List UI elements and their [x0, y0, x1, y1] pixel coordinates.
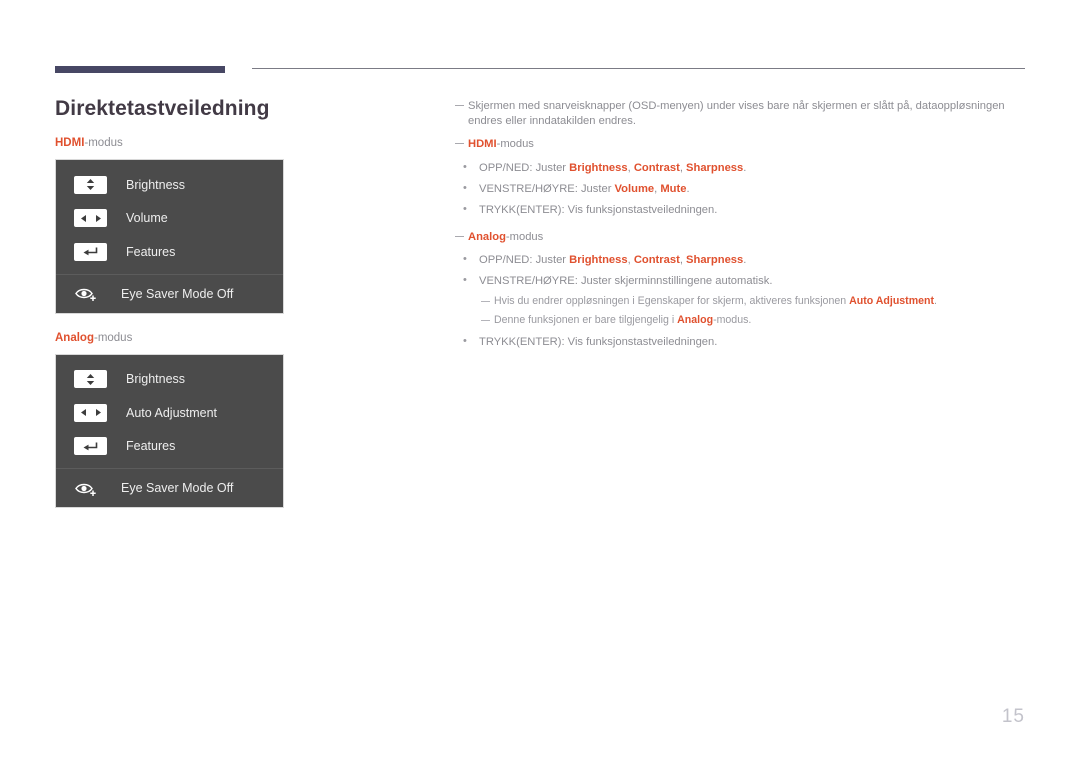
bullet-suffix: . — [743, 161, 747, 174]
keyword-volume: Volume — [614, 182, 655, 195]
subnote-prefix: Hvis du endrer oppløsningen i Egenskaper… — [494, 295, 850, 307]
keyword-contrast: Contrast — [633, 161, 680, 174]
page-header-rules — [0, 0, 1080, 90]
intro-note: Skjermen med snarveisknapper (OSD-menyen… — [455, 99, 1030, 128]
eye-saver-icon — [70, 284, 103, 304]
keyword-analog: Analog — [677, 313, 714, 326]
hdmi-bullet-enter: TRYKK(ENTER): Vis funksjonstastveilednin… — [455, 202, 1030, 218]
osd-row-analog-features[interactable]: Features — [56, 430, 283, 464]
left-right-arrows-icon — [74, 403, 107, 422]
osd-label-eye-saver: Eye Saver Mode Off — [121, 481, 234, 495]
subnote-suffix: -modus. — [713, 313, 752, 326]
right-column: Skjermen med snarveisknapper (OSD-menyen… — [455, 99, 1030, 356]
osd-label-eye-saver: Eye Saver Mode Off — [121, 286, 234, 301]
analog-keyword: Analog — [55, 331, 94, 344]
hdmi-keyword: HDMI — [55, 137, 85, 149]
osd-label-brightness: Brightness — [126, 372, 186, 387]
page-number: 15 — [1001, 706, 1025, 727]
analog-heading-suffix: -modus — [505, 230, 544, 243]
enter-return-icon — [74, 242, 107, 261]
osd-row-hdmi-brightness[interactable]: Brightness — [56, 168, 283, 202]
hdmi-caption-suffix: -modus — [84, 137, 123, 149]
subnote-suffix: . — [934, 295, 937, 307]
analog-bullet-left-right: VENSTRE/HØYRE: Juster skjerminnstillinge… — [455, 273, 1030, 289]
osd-row-hdmi-eye-saver[interactable]: Eye Saver Mode Off — [56, 273, 283, 313]
analog-subnote-auto-adjustment: Hvis du endrer oppløsningen i Egenskaper… — [481, 295, 1030, 309]
osd-row-analog-brightness[interactable]: Brightness — [56, 363, 283, 397]
analog-caption-suffix: -modus — [93, 331, 133, 344]
hdmi-bullet-left-right: VENSTRE/HØYRE: Juster Volume, Mute. — [455, 181, 1030, 197]
header-accent-bar — [55, 66, 225, 73]
up-down-arrows-icon — [74, 175, 107, 194]
hdmi-bullet-up-down: OPP/NED: Juster Brightness, Contrast, Sh… — [455, 160, 1030, 176]
keyword-auto-adjustment: Auto Adjustment — [849, 295, 935, 307]
analog-mode-caption: Analog-modus — [55, 331, 415, 345]
keyword-mute: Mute — [660, 182, 687, 195]
keyword-contrast: Contrast — [633, 254, 680, 266]
hdmi-heading-keyword: HDMI — [468, 138, 497, 150]
bullet-prefix: OPP/NED: Juster — [479, 254, 570, 266]
osd-row-hdmi-features[interactable]: Features — [56, 235, 283, 269]
analog-mode-heading: Analog-modus — [455, 230, 1030, 245]
keyword-sharpness: Sharpness — [686, 254, 744, 266]
up-down-arrows-icon — [74, 370, 107, 389]
keyword-brightness: Brightness — [569, 254, 628, 266]
page-title: Direktetastveiledning — [55, 97, 270, 120]
left-column: Direktetastveiledning HDMI-modus Brightn… — [55, 96, 415, 508]
header-thin-rule — [252, 68, 1025, 69]
osd-label-features: Features — [126, 244, 176, 259]
hdmi-osd-panel: Brightness Volume Features Eye Saver Mod… — [55, 159, 284, 314]
osd-label-volume: Volume — [126, 211, 168, 226]
subnote-prefix: Denne funksjonen er bare tilgjengelig i — [494, 313, 678, 326]
enter-return-icon — [74, 437, 107, 456]
analog-bullet-up-down: OPP/NED: Juster Brightness, Contrast, Sh… — [455, 252, 1030, 268]
bullet-suffix: . — [743, 254, 747, 266]
keyword-brightness: Brightness — [569, 161, 628, 174]
osd-label-auto-adjustment: Auto Adjustment — [126, 405, 218, 420]
osd-row-hdmi-volume[interactable]: Volume — [56, 202, 283, 236]
bullet-prefix: VENSTRE/HØYRE: Juster — [479, 182, 615, 195]
analog-bullet-enter: TRYKK(ENTER): Vis funksjonstastveilednin… — [455, 334, 1030, 350]
keyword-sharpness: Sharpness — [686, 161, 744, 174]
hdmi-mode-caption: HDMI-modus — [55, 136, 415, 150]
osd-row-analog-auto-adjustment[interactable]: Auto Adjustment — [56, 396, 283, 430]
hdmi-mode-heading: HDMI-modus — [455, 137, 1030, 152]
left-right-arrows-icon — [74, 209, 107, 228]
analog-subnote-availability: Denne funksjonen er bare tilgjengelig i … — [481, 314, 1030, 328]
eye-saver-icon — [70, 478, 103, 498]
osd-label-features: Features — [126, 439, 176, 454]
osd-label-brightness: Brightness — [126, 177, 186, 192]
hdmi-heading-suffix: -modus — [496, 138, 534, 150]
analog-osd-panel: Brightness Auto Adjustment Features Eye … — [55, 353, 284, 508]
bullet-prefix: OPP/NED: Juster — [479, 161, 570, 174]
osd-row-analog-eye-saver[interactable]: Eye Saver Mode Off — [56, 468, 283, 507]
bullet-suffix: . — [686, 182, 690, 195]
analog-heading-keyword: Analog — [468, 230, 506, 243]
